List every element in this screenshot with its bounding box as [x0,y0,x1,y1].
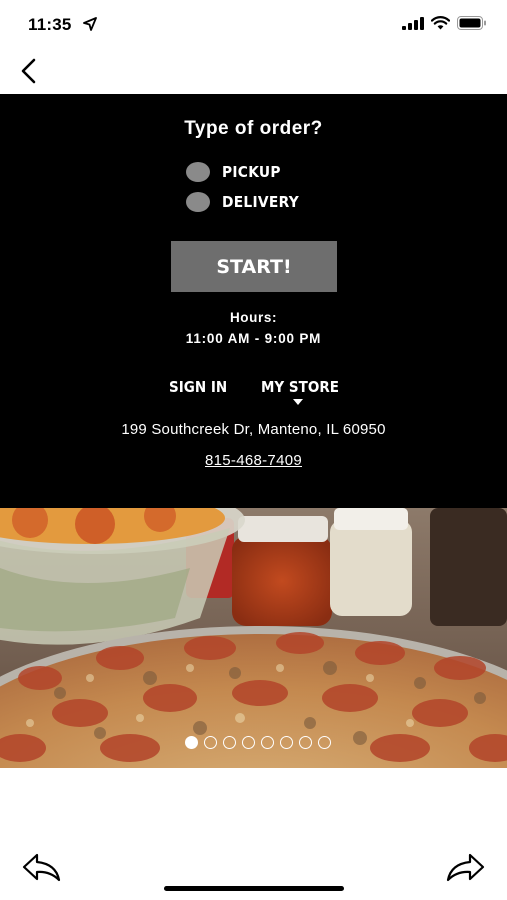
my-store-dropdown[interactable]: MY STORE [261,378,339,396]
phone-row: 815-468-7409 [0,452,507,469]
back-arrow-icon[interactable] [22,852,62,884]
carousel-pagination [0,736,507,749]
carousel-dot[interactable] [279,736,293,749]
nav-bar [0,48,507,94]
store-address: 199 Southcreek Dr, Manteno, IL 60950 [121,421,386,438]
hours-label: Hours: [229,310,278,325]
bottom-toolbar [0,768,507,900]
pizza-photo [0,508,507,768]
carousel-dot[interactable] [260,736,274,749]
pickup-radio[interactable] [186,162,210,182]
sign-in-link[interactable]: SIGN IN [169,378,227,396]
carousel-dot[interactable] [222,736,236,749]
battery-icon [457,16,486,30]
status-time: 11:35 [28,15,72,34]
order-panel: Type of order? PICKUP DELIVERY START! Ho… [0,94,507,508]
carousel-dot[interactable] [241,736,255,749]
back-button[interactable] [12,54,46,88]
delivery-option[interactable]: DELIVERY [186,192,306,212]
phone-link[interactable]: 815-468-7409 [205,452,302,469]
carousel-dot[interactable] [184,736,198,749]
wifi-icon [431,16,450,30]
pickup-option[interactable]: PICKUP [186,162,286,182]
forward-arrow-icon[interactable] [445,852,485,884]
start-button[interactable]: START! [171,241,337,292]
location-arrow-icon [83,17,97,31]
carousel-dot[interactable] [203,736,217,749]
order-type-title: Type of order? [184,118,323,139]
carousel-dot[interactable] [298,736,312,749]
delivery-radio[interactable] [186,192,210,212]
pickup-label: PICKUP [222,163,281,181]
status-bar: 11:35 [0,0,507,48]
hours-value: 11:00 AM - 9:00 PM [185,331,322,346]
home-indicator [164,886,344,891]
carousel-dot[interactable] [317,736,331,749]
delivery-label: DELIVERY [222,193,299,211]
image-carousel[interactable] [0,508,507,768]
chevron-left-icon [21,58,36,84]
cellular-signal-icon [402,16,424,30]
caret-down-icon [293,399,303,405]
